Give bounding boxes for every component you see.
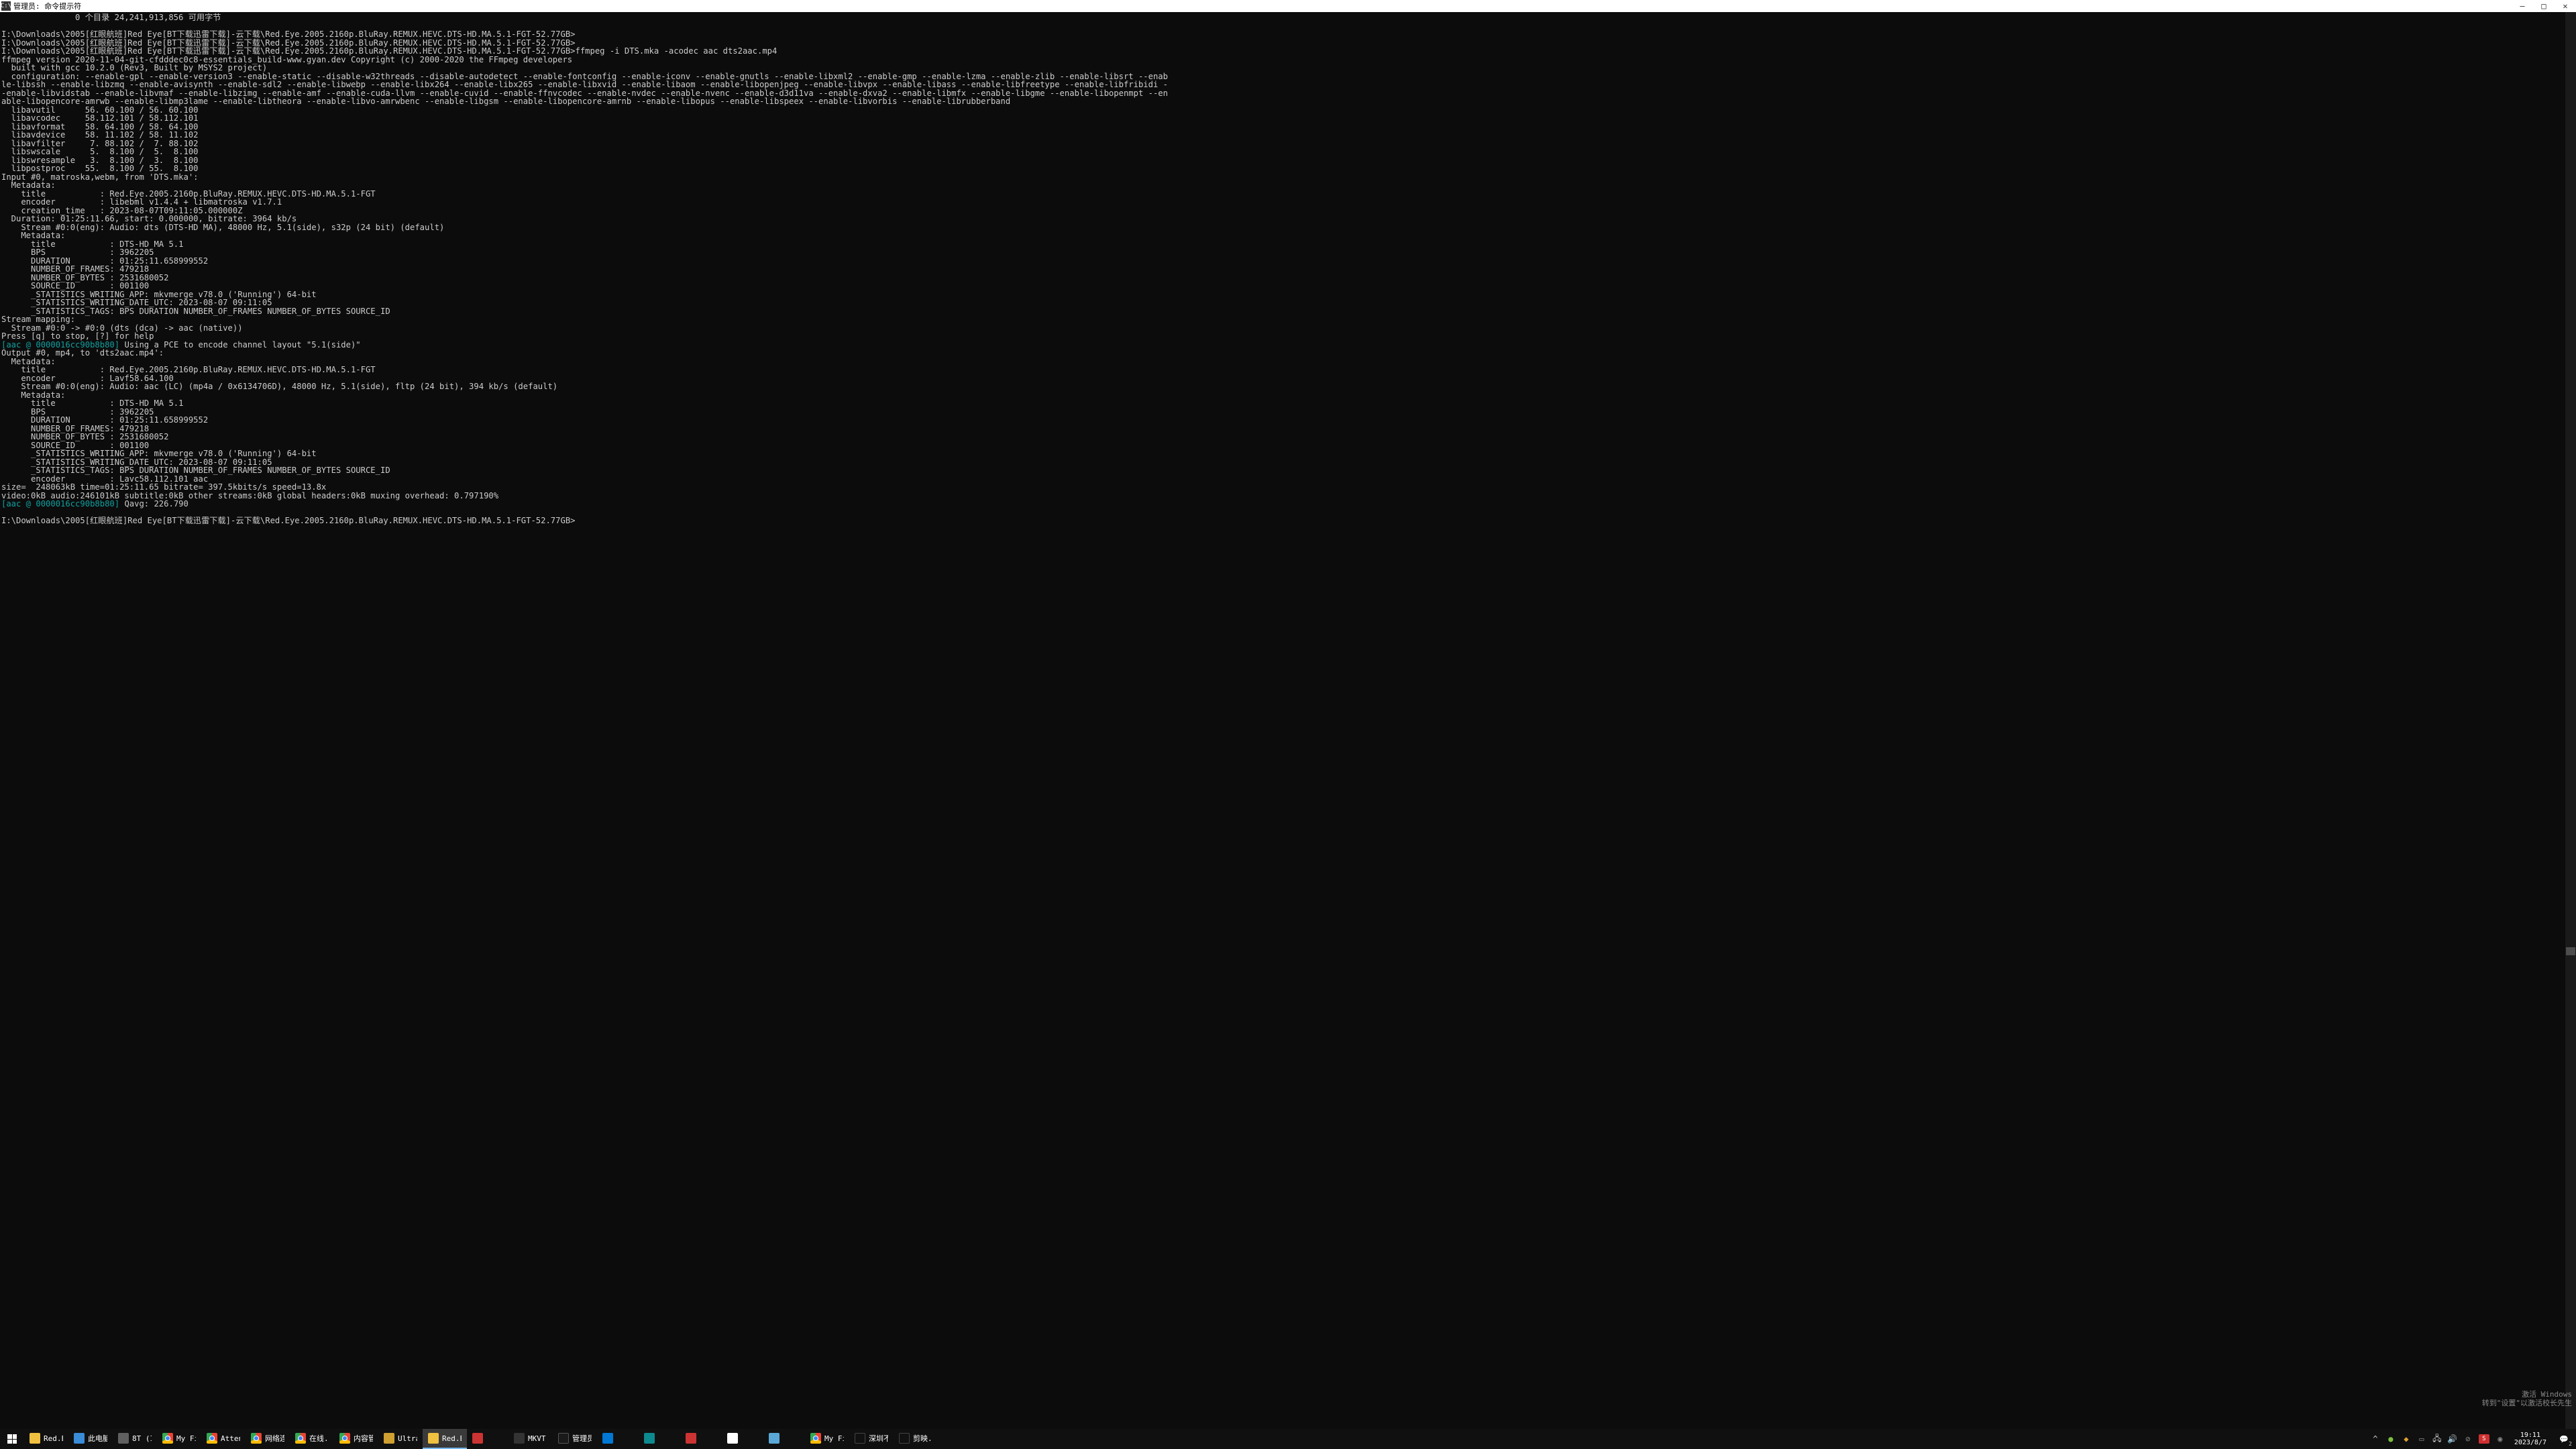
tray-app-icon[interactable]: ● (2386, 1434, 2396, 1444)
tray-app-icon[interactable]: ◆ (2402, 1434, 2411, 1444)
taskbar-clock[interactable]: 19:11 2023/8/7 (2509, 1429, 2552, 1449)
taskbar-task[interactable]: 8T (I:) (113, 1429, 157, 1449)
window-title: 管理员: 命令提示符 (13, 1, 81, 11)
task-app-icon (899, 1433, 910, 1444)
taskbar-task[interactable]: 此电脑 (68, 1429, 113, 1449)
taskbar-task[interactable] (722, 1429, 763, 1449)
scrollbar-vertical[interactable] (2565, 12, 2576, 1429)
task-app-icon (251, 1433, 262, 1444)
task-label: 剪映... (913, 1433, 932, 1444)
tray-volume-icon[interactable]: 🔊 (2448, 1434, 2457, 1444)
maximize-button[interactable]: □ (2533, 0, 2555, 12)
notification-center-button[interactable]: 💬 2 (2552, 1429, 2576, 1449)
clock-date: 2023/8/7 (2514, 1439, 2546, 1446)
task-label: 管理员... (572, 1433, 592, 1444)
taskbar-task[interactable]: 网络连... (246, 1429, 290, 1449)
task-app-icon (295, 1433, 306, 1444)
taskbar-task[interactable]: UltraE... (378, 1429, 423, 1449)
task-app-icon (428, 1433, 439, 1444)
task-label: Atten... (221, 1434, 240, 1443)
minimize-button[interactable]: — (2512, 0, 2533, 12)
task-app-icon (118, 1433, 129, 1444)
taskbar-task[interactable]: My Fi... (157, 1429, 201, 1449)
window-titlebar: C:\ 管理员: 命令提示符 — □ ✕ (0, 0, 2576, 12)
task-label: 此电脑 (88, 1433, 107, 1444)
task-label: 深圳不... (869, 1433, 888, 1444)
clock-time: 19:11 (2520, 1432, 2540, 1439)
taskbar: Red.E... 此电脑 8T (I:) My Fi... Atten... 网络连...… (0, 1429, 2576, 1449)
tray-app-icon[interactable]: ⊘ (2463, 1434, 2473, 1444)
taskbar-task[interactable]: My Fil... (805, 1429, 849, 1449)
taskbar-task[interactable]: 在线... (290, 1429, 334, 1449)
task-app-icon (472, 1433, 483, 1444)
windows-logo-icon (7, 1434, 17, 1444)
scrollbar-thumb[interactable] (2566, 947, 2575, 955)
task-app-icon (514, 1433, 525, 1444)
taskbar-task[interactable]: 管理员... (553, 1429, 597, 1449)
taskbar-task[interactable] (763, 1429, 805, 1449)
tray-chevron-icon[interactable]: ^ (2371, 1434, 2380, 1444)
taskbar-task[interactable] (639, 1429, 680, 1449)
task-app-icon (769, 1433, 780, 1444)
terminal-output: 0 个目录 24,241,913,856 可用字节 I:\Downloads\2… (0, 12, 2576, 525)
windows-activation-watermark: 激活 Windows 转到"设置"以激活校长先生 (2482, 1390, 2572, 1407)
tray-app-icon[interactable]: ◉ (2496, 1434, 2505, 1444)
tray-app-icon[interactable]: ▭ (2417, 1434, 2426, 1444)
task-app-icon (602, 1433, 613, 1444)
taskbar-task[interactable]: 剪映... (894, 1429, 938, 1449)
task-app-icon (727, 1433, 738, 1444)
task-label: Red.E... (442, 1434, 462, 1443)
task-label: MKVT... (528, 1434, 547, 1443)
task-label: 网络连... (265, 1433, 284, 1444)
tray-ime-icon[interactable]: S (2479, 1434, 2489, 1444)
terminal-area[interactable]: 0 个目录 24,241,913,856 可用字节 I:\Downloads\2… (0, 12, 2576, 1429)
taskbar-task[interactable]: MKVT... (508, 1429, 553, 1449)
cmd-icon: C:\ (1, 1, 11, 11)
task-app-icon (855, 1433, 865, 1444)
task-label: Red.E... (44, 1434, 63, 1443)
task-app-icon (74, 1433, 85, 1444)
start-button[interactable] (0, 1429, 24, 1449)
task-label: 8T (I:) (132, 1434, 152, 1443)
task-label: UltraE... (398, 1434, 417, 1443)
close-button[interactable]: ✕ (2555, 0, 2576, 12)
task-label: My Fil... (824, 1434, 844, 1443)
task-app-icon (207, 1433, 217, 1444)
taskbar-task[interactable]: 深圳不... (849, 1429, 894, 1449)
taskbar-task[interactable]: Red.E... (423, 1429, 467, 1449)
task-app-icon (686, 1433, 696, 1444)
notification-icon: 💬 (2559, 1435, 2569, 1444)
taskbar-task[interactable] (597, 1429, 639, 1449)
task-app-icon (558, 1433, 569, 1444)
task-app-icon (30, 1433, 40, 1444)
task-app-icon (644, 1433, 655, 1444)
task-app-icon (384, 1433, 394, 1444)
task-app-icon (162, 1433, 173, 1444)
system-tray: ^ ● ◆ ▭ 🖧 🔊 ⊘ S ◉ (2367, 1429, 2509, 1449)
taskbar-task[interactable] (680, 1429, 722, 1449)
task-label: 内容管... (354, 1433, 373, 1444)
taskbar-task[interactable]: Red.E... (24, 1429, 68, 1449)
task-label: 在线... (309, 1433, 329, 1444)
tray-network-icon[interactable]: 🖧 (2432, 1434, 2442, 1444)
taskbar-task[interactable]: 内容管... (334, 1429, 378, 1449)
taskbar-task[interactable] (467, 1429, 508, 1449)
task-app-icon (339, 1433, 350, 1444)
taskbar-task[interactable]: Atten... (201, 1429, 246, 1449)
notification-count: 2 (2569, 1441, 2572, 1447)
task-label: My Fi... (176, 1434, 196, 1443)
task-app-icon (810, 1433, 821, 1444)
